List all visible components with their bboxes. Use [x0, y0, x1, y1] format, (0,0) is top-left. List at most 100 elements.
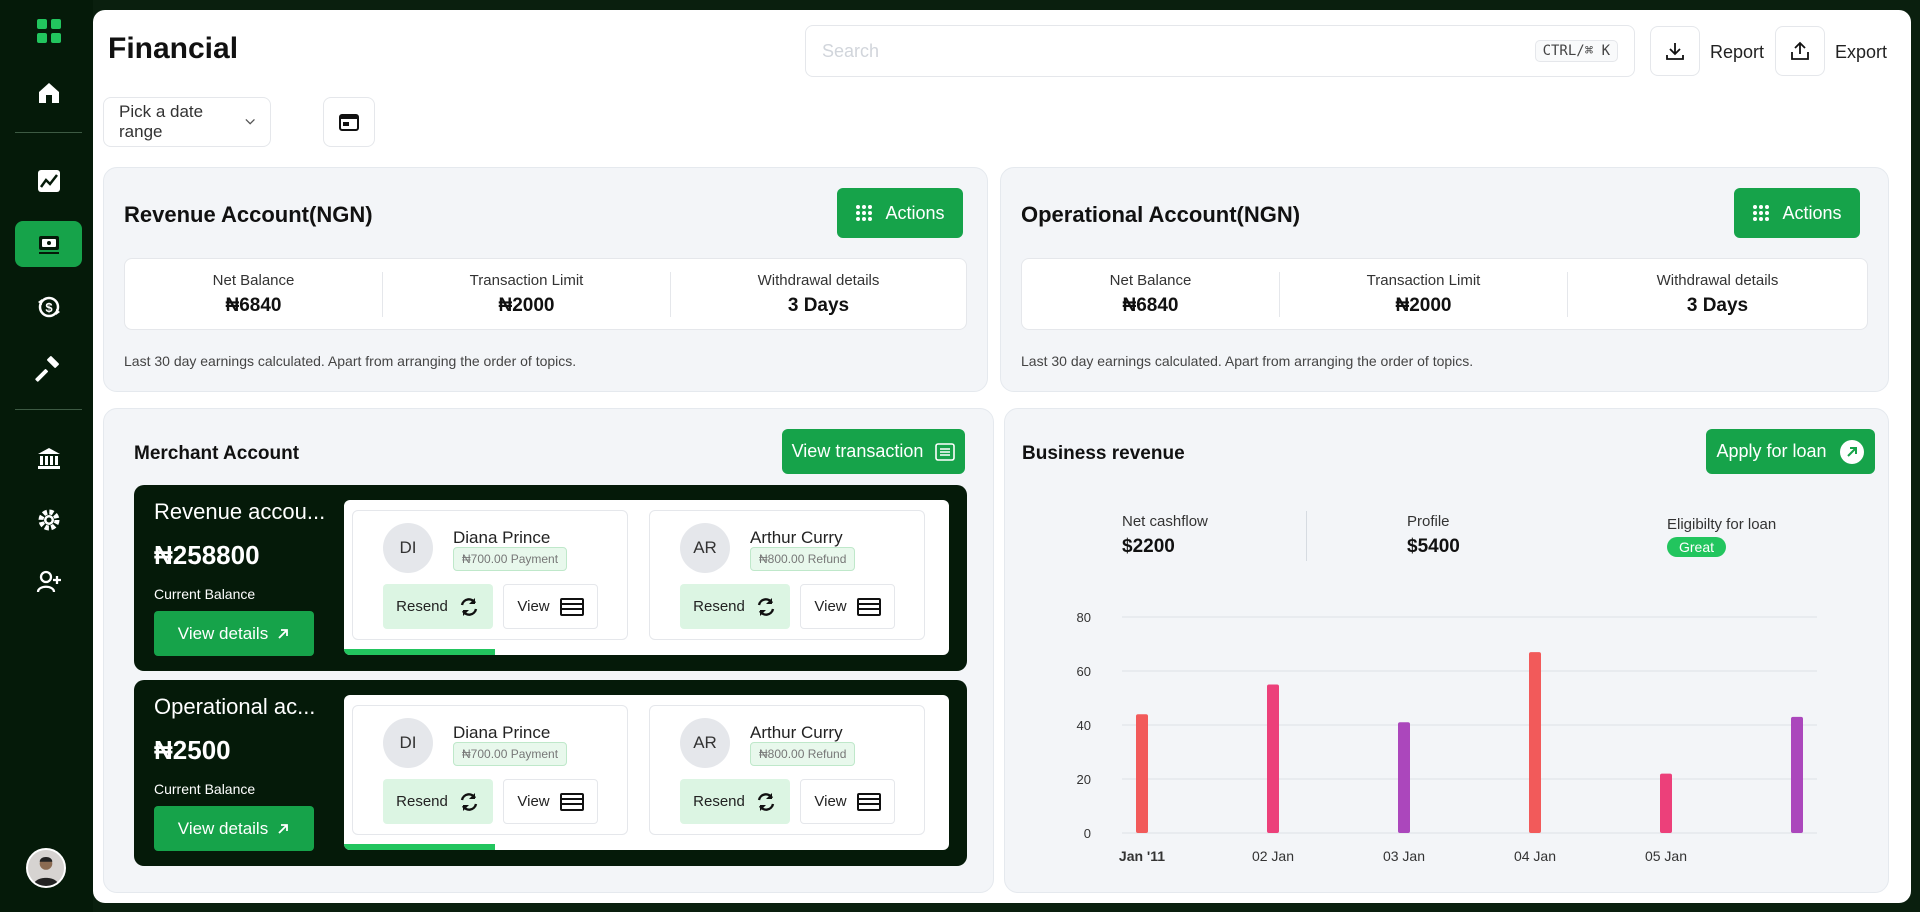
wallet-icon[interactable] [15, 221, 82, 267]
resend-button[interactable]: Resend [680, 584, 790, 629]
transaction-limit-stat: Transaction Limit ₦2000 [382, 271, 670, 317]
shortcut-hint: CTRL/⌘ K [1534, 40, 1618, 62]
analytics-icon[interactable] [15, 158, 82, 204]
x-tick-label: 02 Jan [1252, 848, 1294, 864]
calendar-button[interactable] [323, 97, 375, 147]
sidebar: $ [0, 0, 93, 912]
transaction-card: DI Diana Prince ₦700.00 Payment Resend V… [352, 510, 628, 640]
bar [1660, 773, 1672, 833]
tx-name: Diana Prince [453, 723, 551, 742]
bar [1136, 714, 1148, 833]
view-transaction-button[interactable]: View transaction [782, 429, 965, 474]
svg-text:$: $ [45, 300, 53, 315]
refresh-icon [460, 597, 478, 616]
upload-icon [1791, 41, 1809, 60]
view-label: View [517, 793, 550, 810]
y-tick-label: 20 [1077, 772, 1091, 787]
merchant-row-amount: ₦258800 [154, 540, 260, 570]
stat-value: ₦6840 [1122, 294, 1179, 316]
withdrawal-stat: Withdrawal details 3 Days [1567, 271, 1867, 317]
main-panel: Financial CTRL/⌘ K Report Export Pick a … [93, 10, 1911, 903]
bar [1791, 716, 1803, 833]
view-details-button[interactable]: View details [154, 806, 314, 851]
receipt-icon [856, 792, 881, 811]
resend-label: Resend [396, 598, 448, 615]
transaction-card: AR Arthur Curry ₦800.00 Refund Resend Vi… [649, 510, 925, 640]
view-button[interactable]: View [800, 779, 895, 824]
apps-grid-icon[interactable] [15, 8, 82, 54]
bar [1267, 684, 1279, 833]
view-button[interactable]: View [503, 584, 598, 629]
stat-value: ₦2000 [1395, 294, 1452, 316]
tx-name: Diana Prince [453, 528, 551, 547]
view-label: View [814, 793, 847, 810]
settings-gear-icon[interactable] [15, 497, 82, 543]
report-label[interactable]: Report [1710, 42, 1764, 63]
transactions-panel: DI Diana Prince ₦700.00 Payment Resend V… [344, 695, 949, 850]
transaction-card: AR Arthur Curry ₦800.00 Refund Resend Vi… [649, 705, 925, 835]
tx-avatar: AR [680, 523, 730, 573]
tx-avatar: AR [680, 718, 730, 768]
operational-stats: Net Balance ₦6840 Transaction Limit ₦200… [1021, 258, 1868, 330]
bar [1529, 652, 1541, 833]
resend-label: Resend [693, 598, 745, 615]
date-range-picker[interactable]: Pick a date range [103, 97, 271, 147]
refresh-icon [757, 792, 775, 811]
tx-amount-badge: ₦800.00 Refund [750, 742, 856, 766]
home-icon[interactable] [15, 70, 82, 116]
y-tick-label: 80 [1077, 610, 1091, 625]
stat-label: Net Balance [212, 271, 295, 289]
search-bar[interactable]: CTRL/⌘ K [805, 25, 1635, 77]
view-button[interactable]: View [503, 779, 598, 824]
arrow-up-right-icon [278, 628, 289, 639]
export-label[interactable]: Export [1835, 42, 1887, 63]
resend-button[interactable]: Resend [383, 779, 493, 824]
withdrawal-stat: Withdrawal details 3 Days [670, 271, 966, 317]
dots-grid-icon [1753, 205, 1770, 221]
stat-label: Transaction Limit [469, 271, 584, 289]
y-tick-label: 0 [1084, 826, 1091, 841]
sidebar-divider [15, 409, 82, 410]
merchant-row-title: Revenue accou... [154, 499, 326, 524]
revenue-actions-button[interactable]: Actions [837, 188, 963, 238]
merchant-title: Merchant Account [134, 443, 300, 464]
bank-icon[interactable] [15, 435, 82, 481]
grid-logo-icon [36, 19, 61, 43]
resend-button[interactable]: Resend [383, 584, 493, 629]
chevron-down-icon [245, 118, 255, 125]
merchant-row-title: Operational ac... [154, 694, 316, 719]
user-avatar[interactable] [26, 848, 66, 888]
exchange-icon[interactable]: $ [15, 284, 82, 330]
view-details-button[interactable]: View details [154, 611, 314, 656]
view-label: View [517, 598, 550, 615]
receipt-icon [559, 597, 584, 616]
receipt-icon [856, 597, 881, 616]
merchant-row-operational: Operational ac... ₦2500 Current Balance … [134, 680, 967, 866]
operational-actions-button[interactable]: Actions [1734, 188, 1860, 238]
add-user-icon[interactable] [15, 559, 82, 605]
arrow-up-right-icon [278, 823, 289, 834]
y-tick-label: 40 [1077, 718, 1091, 733]
y-tick-label: 60 [1077, 664, 1091, 679]
export-button[interactable] [1775, 26, 1825, 76]
bar [1398, 722, 1410, 833]
search-input[interactable] [822, 40, 1535, 62]
report-download-button[interactable] [1650, 26, 1700, 76]
x-tick-label: 04 Jan [1514, 848, 1556, 864]
business-revenue-chart: 0 20 40 60 80 Jan '11 02 Jan 03 Jan 04 Jan 05 Jan [1077, 610, 1817, 864]
view-button[interactable]: View [800, 584, 895, 629]
resend-button[interactable]: Resend [680, 779, 790, 824]
stat-value: 3 Days [787, 294, 850, 316]
merchant-row-amount: ₦2500 [154, 735, 231, 765]
business-revenue-card: Business revenue Apply for loan Net cash… [1004, 408, 1889, 893]
operational-account-card: Operational Account(NGN) Actions Net Bal… [1000, 167, 1889, 392]
merchant-row-sub: Current Balance [154, 586, 256, 602]
tx-name: Arthur Curry [750, 528, 843, 547]
tx-amount-badge: ₦700.00 Payment [453, 742, 568, 766]
resend-label: Resend [396, 793, 448, 810]
page-title: Financial [108, 32, 239, 65]
view-details-label: View details [177, 623, 269, 643]
hammer-icon[interactable] [15, 346, 82, 392]
resend-label: Resend [693, 793, 745, 810]
view-label: View [814, 598, 847, 615]
